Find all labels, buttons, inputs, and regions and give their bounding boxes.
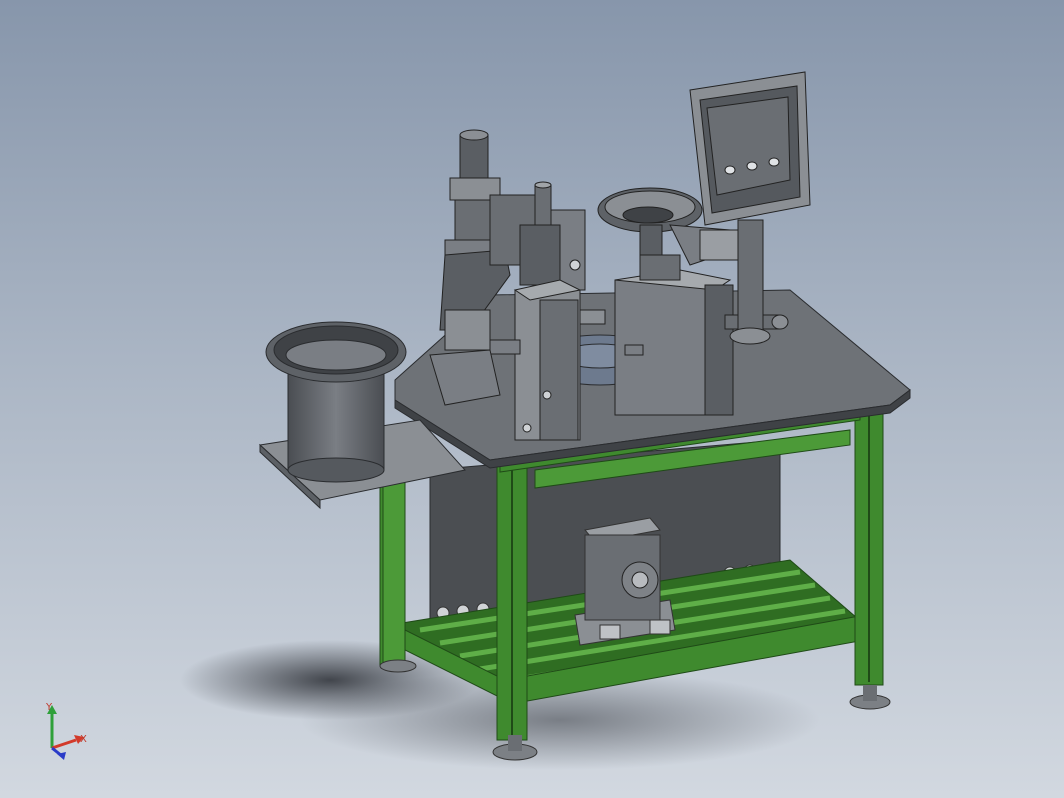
axis-y-label: Y	[45, 702, 53, 713]
cad-viewport[interactable]: Y X	[0, 0, 1064, 798]
assembly-model-view[interactable]: Y X	[0, 0, 1064, 798]
axis-x-label: X	[80, 734, 87, 745]
axis-x-arrow-icon	[51, 738, 77, 750]
leveling-foot	[379, 659, 417, 673]
coordinate-triad[interactable]: Y X	[45, 702, 87, 760]
drive-motor	[574, 517, 676, 646]
